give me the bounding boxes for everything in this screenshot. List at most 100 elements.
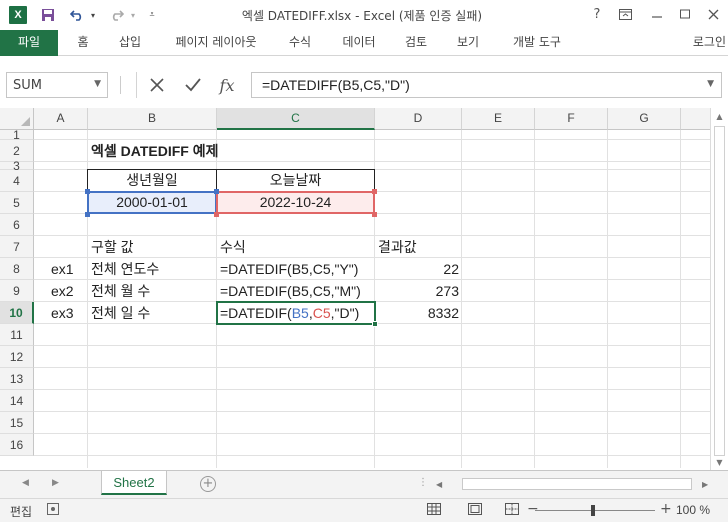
- header-formula[interactable]: 수식: [217, 236, 249, 258]
- example-kind[interactable]: 전체 일 수: [88, 302, 153, 324]
- row-header-13[interactable]: 13: [0, 368, 34, 390]
- column-header-b[interactable]: B: [88, 108, 217, 130]
- column-header-e[interactable]: E: [462, 108, 535, 130]
- ref-handle[interactable]: [214, 212, 219, 217]
- tab-data[interactable]: 데이터: [336, 30, 382, 56]
- ref-handle[interactable]: [85, 189, 90, 194]
- select-all-button[interactable]: [0, 108, 34, 130]
- scroll-right-icon[interactable]: ▶: [702, 477, 708, 492]
- column-header-h[interactable]: [681, 108, 710, 130]
- horizontal-scrollbar[interactable]: ◀ ▶: [430, 477, 710, 492]
- header-kind[interactable]: 구할 값: [88, 236, 137, 258]
- chevron-down-icon[interactable]: ▼: [94, 79, 101, 89]
- ref-handle[interactable]: [372, 189, 377, 194]
- example-id[interactable]: ex1: [48, 258, 77, 280]
- hscroll-thumb[interactable]: [462, 478, 692, 490]
- scroll-up-icon[interactable]: ▲: [711, 110, 728, 124]
- row-header-9[interactable]: 9: [0, 280, 34, 302]
- zoom-slider-knob[interactable]: [591, 505, 595, 516]
- example-result[interactable]: 22: [375, 258, 462, 280]
- undo-dropdown-icon[interactable]: ▾: [88, 5, 98, 25]
- page-break-view-icon[interactable]: [505, 503, 519, 518]
- row-header-15[interactable]: 15: [0, 412, 34, 434]
- row-header-7[interactable]: 7: [0, 236, 34, 258]
- today-date-header[interactable]: 오늘날짜: [216, 169, 375, 192]
- today-date-cell[interactable]: 2022-10-24: [216, 191, 375, 214]
- zoom-level[interactable]: 100 %: [676, 503, 710, 517]
- scroll-left-icon[interactable]: ◀: [436, 477, 442, 492]
- ref-handle[interactable]: [85, 212, 90, 217]
- splitter-icon[interactable]: ⋮: [418, 477, 428, 488]
- row-header-1[interactable]: 1: [0, 129, 34, 141]
- row-header-5[interactable]: 5: [0, 192, 34, 214]
- row-header-3[interactable]: 3: [0, 160, 34, 172]
- cancel-icon[interactable]: [145, 75, 169, 95]
- sheet-title[interactable]: 엑셀 DATEDIFF 예제: [88, 140, 221, 162]
- column-header-g[interactable]: G: [608, 108, 681, 130]
- help-icon[interactable]: ?: [584, 3, 610, 25]
- maximize-icon[interactable]: [672, 3, 698, 25]
- macro-record-icon[interactable]: [47, 503, 59, 518]
- enter-check-icon[interactable]: [181, 75, 205, 95]
- prev-sheet-icon[interactable]: ◀: [22, 478, 29, 488]
- example-formula[interactable]: =DATEDIF(B5,C5,"Y"): [217, 258, 361, 280]
- column-header-a[interactable]: A: [34, 108, 88, 130]
- formula-input[interactable]: =DATEDIFF(B5,C5,"D") ▼: [251, 72, 722, 98]
- row-header-10[interactable]: 10: [0, 302, 34, 324]
- insert-function-icon[interactable]: fx: [215, 75, 239, 95]
- row-header-14[interactable]: 14: [0, 390, 34, 412]
- ref-handle[interactable]: [214, 189, 219, 194]
- tab-file[interactable]: 파일: [0, 30, 58, 56]
- next-sheet-icon[interactable]: ▶: [52, 478, 59, 488]
- page-layout-view-icon[interactable]: [468, 503, 482, 518]
- tab-formulas[interactable]: 수식: [282, 30, 318, 56]
- example-result[interactable]: 273: [375, 280, 462, 302]
- worksheet-grid[interactable]: A B C D E F G 1 2 3 4 5 6 7 8 9 10 11 12…: [0, 108, 710, 468]
- redo-dropdown-icon[interactable]: ▾: [128, 5, 138, 25]
- tab-view[interactable]: 보기: [450, 30, 486, 56]
- login-link[interactable]: 로그인: [693, 30, 726, 54]
- scroll-thumb[interactable]: [714, 126, 725, 456]
- birth-date-cell[interactable]: 2000-01-01: [87, 191, 217, 214]
- redo-icon[interactable]: [106, 5, 128, 25]
- example-id[interactable]: ex3: [48, 302, 77, 324]
- birth-date-header[interactable]: 생년월일: [87, 169, 217, 192]
- normal-view-icon[interactable]: [427, 503, 441, 518]
- example-result[interactable]: 8332: [375, 302, 462, 324]
- row-header-12[interactable]: 12: [0, 346, 34, 368]
- tab-home[interactable]: 홈: [68, 30, 98, 56]
- add-sheet-icon[interactable]: +: [200, 476, 216, 492]
- close-icon[interactable]: [700, 3, 726, 25]
- tab-review[interactable]: 검토: [398, 30, 434, 56]
- column-header-f[interactable]: F: [535, 108, 608, 130]
- ref-handle[interactable]: [372, 212, 377, 217]
- vertical-scrollbar[interactable]: ▲ ▼: [710, 108, 728, 470]
- column-header-c[interactable]: C: [217, 108, 375, 130]
- column-header-d[interactable]: D: [375, 108, 462, 130]
- tab-developer[interactable]: 개발 도구: [504, 30, 570, 56]
- row-header-16[interactable]: 16: [0, 434, 34, 456]
- zoom-out-icon[interactable]: −: [527, 501, 539, 517]
- minimize-icon[interactable]: [644, 3, 670, 25]
- ribbon-display-icon[interactable]: [612, 3, 638, 25]
- example-formula[interactable]: =DATEDIF(B5,C5,"M"): [217, 280, 364, 302]
- row-header-8[interactable]: 8: [0, 258, 34, 280]
- expand-formula-icon[interactable]: ▼: [707, 79, 714, 89]
- undo-icon[interactable]: [66, 5, 88, 25]
- name-box[interactable]: SUM ▼: [6, 72, 108, 98]
- zoom-slider[interactable]: [535, 510, 655, 511]
- editing-formula[interactable]: =DATEDIF(B5,C5,"D"): [217, 302, 362, 324]
- row-header-4[interactable]: 4: [0, 170, 34, 192]
- example-kind[interactable]: 전체 월 수: [88, 280, 153, 302]
- row-header-6[interactable]: 6: [0, 214, 34, 236]
- row-header-11[interactable]: 11: [0, 324, 34, 346]
- scroll-down-icon[interactable]: ▼: [711, 456, 728, 470]
- sheet-tab[interactable]: Sheet2: [101, 471, 167, 495]
- tab-page-layout[interactable]: 페이지 레이아웃: [166, 30, 266, 56]
- example-kind[interactable]: 전체 연도수: [88, 258, 162, 280]
- zoom-in-icon[interactable]: +: [660, 501, 672, 517]
- example-id[interactable]: ex2: [48, 280, 77, 302]
- tab-insert[interactable]: 삽입: [112, 30, 148, 56]
- save-icon[interactable]: [38, 5, 58, 25]
- header-result[interactable]: 결과값: [375, 236, 420, 258]
